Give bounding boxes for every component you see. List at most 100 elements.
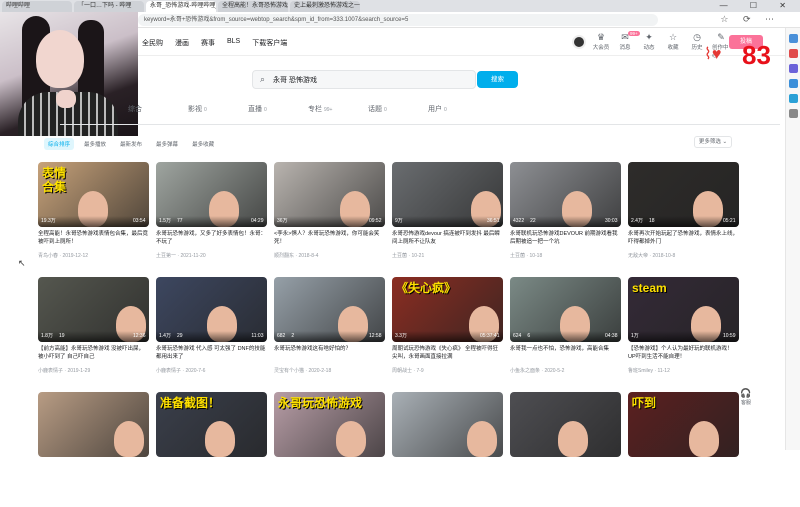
sidebar-outlook-icon[interactable] — [788, 79, 798, 88]
video-title[interactable]: 永哥联机玩恐怖游戏DEVOUR 前期游戏看我 后期被追一把一个坑 — [510, 230, 620, 246]
video-uploader[interactable]: 顺烈翻东 · 2018-8-4 — [274, 252, 318, 259]
browser-tab[interactable]: 哔哩哔哩 — [2, 1, 72, 12]
avatar[interactable] — [572, 35, 586, 49]
video-uploader[interactable]: 鲁班Smiley · 11-12 — [628, 367, 670, 374]
thumbnail-person — [336, 421, 366, 457]
video-thumbnail[interactable]: 682 2 12:58 — [274, 277, 385, 342]
category-tab[interactable]: 用户 0 — [428, 104, 488, 114]
browser-tab[interactable]: 全程高能！永哥恐怖游戏表情包合集 — [218, 1, 288, 12]
search-button[interactable]: 搜索 — [477, 71, 518, 88]
video-thumbnail[interactable]: 准备截图！ — [156, 392, 267, 457]
video-card[interactable]: 624 6 04:38 永哥我一点也不怕，恐怖游戏，高能合集 小鱼永之面条 · 2020… — [510, 277, 621, 392]
sort-filter[interactable]: 综合排序 — [44, 138, 75, 150]
sort-filter[interactable]: 最新发布 — [116, 138, 146, 150]
sidebar-office-icon[interactable] — [788, 94, 798, 103]
header-message-button[interactable]: ✉ 消息 — [616, 32, 634, 59]
sort-filter[interactable]: 最多播放 — [80, 138, 110, 150]
thumbnail-caption: 吓到 — [632, 396, 657, 410]
category-count: 0 — [384, 107, 387, 113]
video-title[interactable]: 永哥恐怖游戏devour 搞连被吓到发抖 最后瞬间上厕所不让队友 — [392, 230, 502, 246]
video-card[interactable]: 《失心疯》 3.3万 05:37:41 周朝试玩恐怖游戏《失心疯》 全程被吓得狂尖叫，… — [392, 277, 503, 392]
video-thumbnail[interactable]: 2.4万 18 05:21 — [628, 162, 739, 227]
sort-filter[interactable]: 最多收藏 — [188, 138, 218, 150]
video-card[interactable]: 表情 合集 19.3万 03:54 全程高能！永哥恐怖游戏表情包合集，最后竟被吓到上厕… — [38, 162, 149, 277]
video-thumbnail[interactable]: 9万 36:51 — [392, 162, 503, 227]
browser-tab[interactable]: 永哥_恐怖游戏-哔哩哔哩_Bilibili — [146, 1, 216, 12]
header-dynamic-button[interactable]: ✦ 动态 — [640, 32, 658, 59]
video-thumbnail[interactable]: 永哥玩恐怖游戏 — [274, 392, 385, 457]
category-tab[interactable]: 专栏 99+ — [308, 104, 368, 114]
video-title[interactable]: 永哥我一点也不怕，恐怖游戏，高能合集 — [510, 345, 620, 353]
video-thumbnail[interactable]: 36万 09:52 — [274, 162, 385, 227]
video-thumbnail[interactable] — [510, 392, 621, 457]
header-vip-button[interactable]: ♛ 大会员 — [592, 32, 610, 59]
search-input[interactable] — [273, 73, 469, 87]
video-thumbnail[interactable]: 624 6 04:38 — [510, 277, 621, 342]
video-card[interactable]: 36万 09:52 <李永>惧人？永哥玩恐怖游戏，你可能会笑死！ 顺烈翻东 · 201… — [274, 162, 385, 277]
toolbar-icons[interactable]: ☆ ⟳ ⋯ — [720, 14, 780, 25]
video-thumbnail[interactable]: steam 1万 10:59 — [628, 277, 739, 342]
video-uploader[interactable]: 小鹿表情子 · 2020-7-6 — [156, 367, 205, 374]
video-uploader[interactable]: 土豆第一 · 2021-11-20 — [156, 252, 206, 259]
sort-filter[interactable]: 最多弹幕 — [152, 138, 182, 150]
window-controls[interactable]: — ☐ ✕ — [720, 0, 796, 11]
video-title[interactable]: 【前方高能】永哥玩恐怖游戏 没被吓出屎，被小吓到了 自己吓自己 — [38, 345, 148, 361]
nav-item[interactable]: 赛事 — [201, 38, 215, 48]
video-uploader[interactable]: 土豆菌 · 10-21 — [392, 252, 424, 259]
video-thumbnail[interactable]: 表情 合集 19.3万 03:54 — [38, 162, 149, 227]
category-label: 专栏 — [308, 106, 322, 113]
sidebar-search-icon[interactable] — [788, 34, 798, 43]
header-favorite-button[interactable]: ☆ 收藏 — [664, 32, 682, 59]
url-field[interactable]: keyword=永哥+恐怖游戏&from_source=webtop_searc… — [138, 14, 658, 26]
video-title[interactable]: 周朝试玩恐怖游戏《失心疯》 全程被吓得狂尖叫，永哥画面直接拉满 — [392, 345, 502, 361]
browser-tab[interactable]: 史上最刺激恐怖游戏之一 (恐怖) — [290, 1, 360, 12]
video-card[interactable]: 9万 36:51 永哥恐怖游戏devour 搞连被吓到发抖 最后瞬间上厕所不让队友土… — [392, 162, 503, 277]
header-icon-label: 大会员 — [592, 45, 610, 51]
video-title[interactable]: 永哥再次开始玩起了恐怖游戏，表情永上线，吓得都掉外门 — [628, 230, 738, 246]
video-card[interactable]: 4322 22 30:03 永哥联机玩恐怖游戏DEVOUR 前期游戏看我 后期被追一把… — [510, 162, 621, 277]
video-uploader[interactable]: 灵宝有个小猫 · 2020-2-18 — [274, 367, 331, 374]
video-uploader[interactable]: 青鸟小春 · 2019-12-12 — [38, 252, 88, 259]
sidebar-add-icon[interactable] — [788, 109, 798, 118]
customer-service-button[interactable]: 🎧 客服 — [738, 388, 754, 406]
video-card[interactable]: 1.5万 77 04:29 永哥玩恐怖游戏，又多了好多表情包！永哥：不玩了土豆第一 ·… — [156, 162, 267, 277]
video-card[interactable]: 2.4万 18 05:21 永哥再次开始玩起了恐怖游戏，表情永上线，吓得都掉外门无敌大… — [628, 162, 739, 277]
video-thumbnail[interactable]: 1.5万 77 04:29 — [156, 162, 267, 227]
category-tab[interactable]: 话题 0 — [368, 104, 428, 114]
video-meta: 3.3万 05:37:41 — [392, 331, 503, 342]
category-tab[interactable]: 综合 — [128, 104, 188, 114]
video-uploader[interactable]: 小鱼永之面条 · 2020-5-2 — [510, 367, 564, 374]
nav-item[interactable]: 下载客户端 — [252, 38, 287, 48]
video-thumbnail[interactable] — [38, 392, 149, 457]
video-thumbnail[interactable]: 1.4万 29 11:03 — [156, 277, 267, 342]
dynamic-icon: ✦ — [645, 32, 653, 42]
video-title[interactable]: 永哥玩恐怖游戏这有啥好怕的？ — [274, 345, 384, 353]
video-uploader[interactable]: 小鹿表情子 · 2019-1-29 — [38, 367, 90, 374]
video-uploader[interactable]: 无敌大帝 · 2018-10-8 — [628, 252, 675, 259]
video-thumbnail[interactable]: 《失心疯》 3.3万 05:37:41 — [392, 277, 503, 342]
video-uploader[interactable]: 土豆菌 · 10-18 — [510, 252, 542, 259]
video-title[interactable]: 永哥玩恐怖游戏 代入感 可太强了 DNF的技能 都用出来了 — [156, 345, 266, 361]
video-thumbnail[interactable]: 1.8万 19 12:36 — [38, 277, 149, 342]
video-title[interactable]: <李永>惧人？永哥玩恐怖游戏，你可能会笑死！ — [274, 230, 384, 246]
video-card[interactable]: 1.8万 19 12:36 【前方高能】永哥玩恐怖游戏 没被吓出屎，被小吓到了 自己吓… — [38, 277, 149, 392]
browser-tab[interactable]: 「一口…下吗 - 哔哩 — [74, 1, 144, 12]
sidebar-tools-icon[interactable] — [788, 64, 798, 73]
video-title[interactable]: 【恐怖游戏】个人认为最好玩的联机游戏！ UP吓到生活不能自理！ — [628, 345, 738, 361]
video-card[interactable]: 1.4万 29 11:03 永哥玩恐怖游戏 代入感 可太强了 DNF的技能 都用出来了… — [156, 277, 267, 392]
video-title[interactable]: 全程高能！永哥恐怖游戏表情包合集，最后竟被吓到上厕所！ — [38, 230, 148, 246]
video-card[interactable]: 682 2 12:58 永哥玩恐怖游戏这有啥好怕的？ 灵宝有个小猫 · 2020-2-1… — [274, 277, 385, 392]
video-thumbnail[interactable] — [392, 392, 503, 457]
nav-item[interactable]: 全民购 — [142, 38, 163, 48]
video-thumbnail[interactable]: 吓到 — [628, 392, 739, 457]
nav-item[interactable]: 漫画 — [175, 38, 189, 48]
category-tab[interactable]: 影视 0 — [188, 104, 248, 114]
video-card[interactable]: steam 1万 10:59 【恐怖游戏】个人认为最好玩的联机游戏！ UP吓到生活不能… — [628, 277, 739, 392]
video-thumbnail[interactable]: 4322 22 30:03 — [510, 162, 621, 227]
video-uploader[interactable]: 周朝战士 · 7-9 — [392, 367, 424, 374]
more-filters-button[interactable]: 更多筛选 ⌄ — [694, 136, 732, 148]
sidebar-shopping-icon[interactable] — [788, 49, 798, 58]
video-title[interactable]: 永哥玩恐怖游戏，又多了好多表情包！永哥：不玩了 — [156, 230, 266, 246]
category-tab[interactable]: 直播 0 — [248, 104, 308, 114]
nav-item[interactable]: BLS — [227, 38, 240, 48]
